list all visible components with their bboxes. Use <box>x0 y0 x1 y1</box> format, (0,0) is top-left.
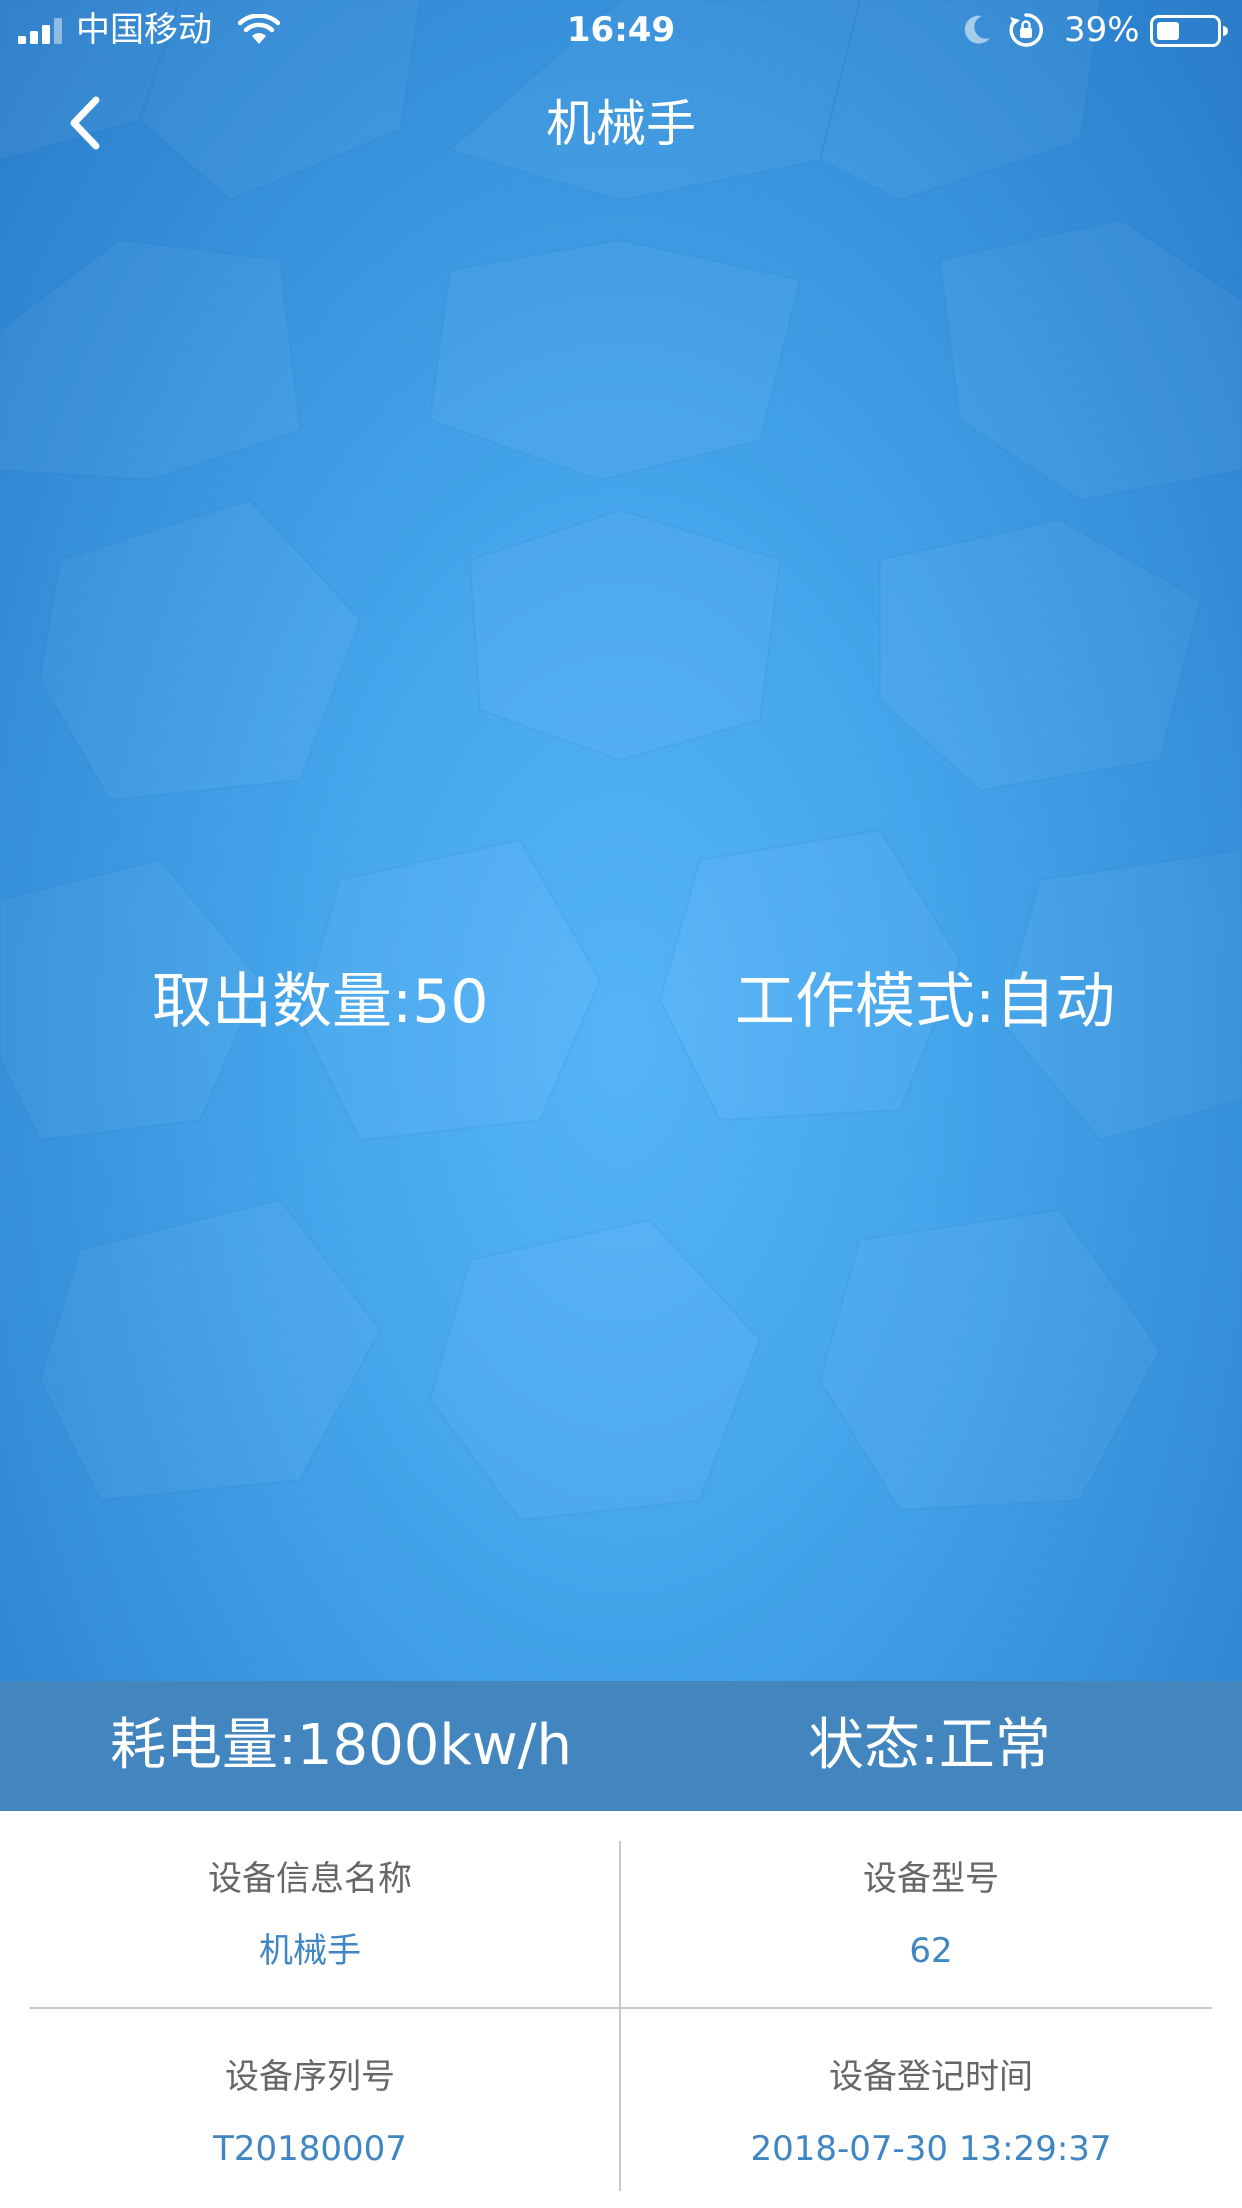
status-time: 16:49 <box>566 10 676 50</box>
device-detail-page: 中国移动 16:49 39% 机械手 取出数量:50 工作模式:自动 耗电量:1… <box>0 0 1242 2208</box>
register-time-label: 设备登记时间 <box>829 2057 1033 2097</box>
take-out-count-text: 取出数量:50 <box>152 967 489 1037</box>
hero-panel: 中国移动 16:49 39% 机械手 取出数量:50 工作模式:自动 <box>0 0 1242 1681</box>
device-model-label: 设备型号 <box>863 1859 999 1899</box>
device-name-value: 机械手 <box>259 1931 361 1971</box>
register-time-cell: 设备登记时间 2018-07-30 13:29:37 <box>621 2055 1241 2171</box>
page-title: 机械手 <box>546 95 696 153</box>
status-bar: 中国移动 16:49 39% <box>0 0 1242 60</box>
low-poly-background <box>0 0 1242 1522</box>
device-status-text: 状态:正常 <box>808 1713 1051 1778</box>
register-time-value: 2018-07-30 13:29:37 <box>750 2129 1112 2169</box>
work-mode-text: 工作模式:自动 <box>735 967 1116 1037</box>
device-name-cell: 设备信息名称 机械手 <box>0 1857 620 1973</box>
device-model-value: 62 <box>909 1931 953 1971</box>
serial-number-cell: 设备序列号 T20180007 <box>0 2055 620 2171</box>
battery-percent: 39% <box>1064 10 1140 50</box>
summary-strip: 耗电量:1800kw/h 状态:正常 <box>0 1681 1242 1811</box>
device-info-grid: 设备信息名称 机械手 设备型号 62 设备序列号 T20180007 设备登记时… <box>0 1811 1242 2208</box>
navigation-bar: 机械手 <box>0 70 1242 180</box>
rotation-lock-icon <box>1009 13 1043 47</box>
horizontal-divider <box>30 2007 1212 2009</box>
power-consumption-text: 耗电量:1800kw/h <box>110 1713 572 1778</box>
device-model-cell: 设备型号 62 <box>621 1857 1241 1973</box>
battery-icon <box>1150 15 1228 47</box>
serial-number-value: T20180007 <box>213 2129 407 2169</box>
serial-number-label: 设备序列号 <box>225 2057 395 2097</box>
do-not-disturb-moon-icon <box>964 15 990 44</box>
device-name-label: 设备信息名称 <box>208 1859 412 1899</box>
